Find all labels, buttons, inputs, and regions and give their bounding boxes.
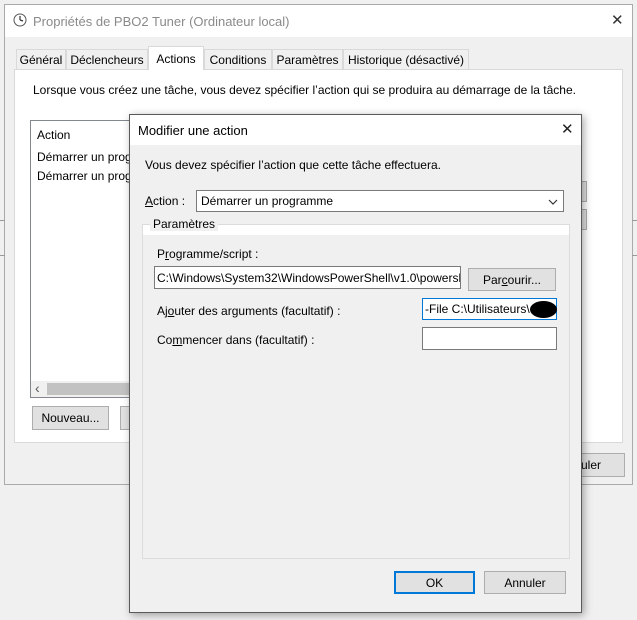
background-line <box>0 220 5 221</box>
arguments-label-post: uter des arguments (facultatif) : <box>174 304 341 318</box>
background-line <box>632 255 637 256</box>
list-item[interactable]: Démarrer un prog <box>37 169 132 183</box>
start-in-label-pre: Co <box>157 333 173 347</box>
window-title: Propriétés de PBO2 Tuner (Ordinateur loc… <box>33 14 290 29</box>
tab-label: Déclencheurs <box>70 52 144 67</box>
tab-settings[interactable]: Paramètres <box>272 49 343 69</box>
tab-label: Conditions <box>209 52 267 67</box>
ok-button[interactable]: OK <box>394 571 475 594</box>
browse-label: Parcourir... <box>483 273 541 287</box>
program-script-input[interactable]: C:\Windows\System32\WindowsPowerShell\v1… <box>154 266 461 289</box>
program-script-value: C:\Windows\System32\WindowsPowerShell\v1… <box>157 270 460 285</box>
browse-label-pre: Par <box>482 272 502 287</box>
action-type-value: Démarrer un programme <box>201 194 334 208</box>
background-line <box>0 255 5 256</box>
dialog-close-icon[interactable]: ✕ <box>561 120 574 138</box>
actions-description: Lorsque vous créez une tâche, vous devez… <box>33 83 576 97</box>
start-in-label-post: mencer dans (facultatif) : <box>182 333 315 347</box>
tab-label: Actions <box>156 51 196 66</box>
action-label: Action : <box>145 194 185 208</box>
task-clock-icon <box>13 13 27 27</box>
browse-label-post: ourir... <box>507 272 542 287</box>
arguments-label: Ajouter des arguments (facultatif) : <box>157 304 340 318</box>
parameters-group-label: Paramètres <box>150 217 219 231</box>
tab-label: Général <box>19 52 63 67</box>
scroll-left-icon[interactable]: ‹ <box>35 380 40 396</box>
move-up-button-edge[interactable] <box>582 181 587 202</box>
action-list-header[interactable]: Action <box>37 128 70 142</box>
tab-label: Paramètres <box>276 52 339 67</box>
outer-cancel-label: uler <box>581 458 602 472</box>
start-in-label-mnemonic: m <box>172 333 183 347</box>
tab-general[interactable]: Général <box>16 49 66 69</box>
redaction-blot <box>530 301 557 318</box>
arguments-label-pre: Aj <box>157 304 168 318</box>
tab-actions[interactable]: Actions <box>148 46 204 70</box>
start-in-input[interactable] <box>422 327 557 350</box>
tab-history[interactable]: Historique (désactivé) <box>343 49 469 69</box>
program-label-pre: P <box>157 247 166 261</box>
background-line <box>632 220 637 221</box>
action-label-text: ction : <box>153 194 186 208</box>
outer-cancel-button[interactable]: uler <box>580 453 625 477</box>
arguments-value: -File C:\Utilisateurs\ <box>425 302 530 316</box>
chevron-down-icon[interactable] <box>548 196 558 206</box>
start-in-label: Commencer dans (facultatif) : <box>157 333 314 347</box>
list-item[interactable]: Démarrer un prog <box>37 150 132 164</box>
move-down-button-edge[interactable] <box>582 209 587 230</box>
action-label-mnemonic: A <box>145 194 154 208</box>
new-action-button[interactable]: Nouveau... <box>32 406 109 430</box>
browse-button[interactable]: Parcourir... <box>468 268 556 291</box>
window-close-icon[interactable]: ✕ <box>611 11 624 29</box>
tab-conditions[interactable]: Conditions <box>204 49 272 69</box>
dialog-intro: Vous devez spécifier l’action que cette … <box>145 158 441 172</box>
program-label: Programme/script : <box>157 247 258 261</box>
tab-label: Historique (désactivé) <box>347 52 465 67</box>
dialog-title: Modifier une action <box>138 123 248 138</box>
cancel-button[interactable]: Annuler <box>484 571 566 594</box>
program-label-post: ogramme/script : <box>169 247 259 261</box>
action-type-select[interactable]: Démarrer un programme <box>196 190 564 212</box>
tab-triggers[interactable]: Déclencheurs <box>66 49 148 69</box>
